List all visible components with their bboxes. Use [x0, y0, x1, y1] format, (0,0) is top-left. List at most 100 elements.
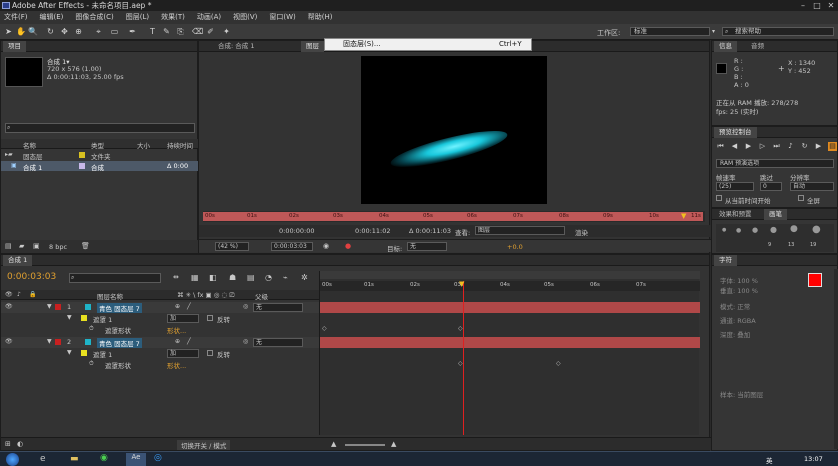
- expand-triangle-icon[interactable]: ▼: [47, 338, 52, 345]
- project-row-selected[interactable]: ▣ 合成 1 合成 Δ 0:00: [1, 161, 199, 172]
- tab-preview[interactable]: 预览控制台: [714, 127, 757, 138]
- ram-preview-icon[interactable]: ▶: [814, 142, 823, 151]
- brush-tip-icon[interactable]: ●: [736, 227, 741, 234]
- eraser-tool-icon[interactable]: ⌫: [192, 27, 203, 36]
- parent-pickwhip-icon[interactable]: ◎: [243, 338, 248, 345]
- pan-behind-tool-icon[interactable]: ⌖: [94, 27, 103, 36]
- maximize-button[interactable]: □: [810, 0, 824, 11]
- tab-effects-presets[interactable]: 效果和预置: [714, 209, 757, 220]
- label-color-chip[interactable]: [79, 163, 85, 169]
- explorer-icon[interactable]: ▬: [70, 454, 79, 464]
- header-name[interactable]: 名称: [23, 140, 36, 150]
- header-type[interactable]: 类型: [91, 140, 104, 150]
- label-color-chip[interactable]: [79, 152, 85, 158]
- brush-tip-icon[interactable]: ●: [722, 227, 726, 233]
- in-point-time[interactable]: 0:00:00:00: [279, 227, 315, 235]
- clone-stamp-tool-icon[interactable]: ⎘: [176, 27, 185, 36]
- tab-composition[interactable]: 合成: 合成 1: [213, 41, 259, 52]
- channel-icon[interactable]: ●: [345, 242, 351, 250]
- expand-triangle-icon[interactable]: ▼: [67, 314, 72, 321]
- mask-path-row[interactable]: ⏱ 遮罩形状 形状...: [1, 324, 319, 335]
- tab-project[interactable]: 项目: [3, 41, 26, 52]
- invert-checkbox[interactable]: [207, 350, 213, 356]
- layer-name[interactable]: 青色 固态层 7: [97, 303, 142, 313]
- current-time-field[interactable]: 0:00:03:03: [271, 242, 313, 251]
- zoom-select[interactable]: (42 %): [215, 242, 249, 251]
- parent-select[interactable]: 无: [253, 303, 303, 312]
- ram-preview-active-icon[interactable]: ▤: [828, 142, 837, 151]
- collapse-switch-icon[interactable]: ⊕: [175, 303, 180, 310]
- ram-preview-options-select[interactable]: RAM 预演选项: [716, 159, 834, 168]
- new-composition-icon[interactable]: ▣: [33, 242, 40, 250]
- zoom-in-icon[interactable]: ▲: [391, 440, 396, 448]
- mask-mode-select[interactable]: 加: [167, 314, 199, 323]
- hand-tool-icon[interactable]: ✋: [16, 27, 26, 36]
- expand-triangle-icon[interactable]: ▼: [47, 303, 52, 310]
- new-folder-icon[interactable]: ▰: [19, 242, 24, 250]
- mask-name[interactable]: 遮罩 1: [93, 349, 112, 359]
- brush-tip-icon[interactable]: ●: [790, 224, 798, 234]
- panel-scrollbar[interactable]: [834, 269, 838, 449]
- rectangle-mask-tool-icon[interactable]: ▭: [110, 27, 119, 36]
- mask-path-value[interactable]: 形状...: [167, 325, 186, 335]
- brainstorm-icon[interactable]: ✲: [301, 273, 308, 282]
- header-size[interactable]: 大小: [137, 140, 150, 150]
- keyframe-icon[interactable]: ◇: [458, 325, 463, 332]
- time-indicator-icon[interactable]: ▼: [681, 212, 686, 220]
- pen-tool-icon[interactable]: ✒: [128, 27, 137, 36]
- viewer-canvas[interactable]: [361, 56, 547, 204]
- mask-mode-select[interactable]: 加: [167, 349, 199, 358]
- brush-tips-grid[interactable]: ● ● ● ● ● ● 9 13 19: [716, 224, 834, 252]
- tab-layer[interactable]: 图层: [301, 41, 324, 52]
- tab-brushes[interactable]: 画笔: [764, 209, 787, 220]
- tab-info[interactable]: 信息: [714, 41, 737, 52]
- app-icon[interactable]: ◎: [154, 453, 162, 463]
- zoom-tool-icon[interactable]: 🔍: [28, 27, 38, 36]
- layer-duration-bar[interactable]: [320, 302, 700, 313]
- snapshot-icon[interactable]: ◉: [323, 242, 329, 250]
- ime-indicator[interactable]: 英: [766, 455, 773, 465]
- skip-select[interactable]: 0: [760, 182, 782, 191]
- resolution-select[interactable]: 自动: [790, 182, 834, 191]
- exposure-value[interactable]: +0.0: [507, 243, 523, 251]
- timeline-search-input[interactable]: [69, 273, 161, 283]
- selection-tool-icon[interactable]: ➤: [4, 27, 13, 36]
- loop-icon[interactable]: ↻: [800, 142, 809, 151]
- menu-help[interactable]: 帮助(H): [304, 11, 341, 24]
- tab-composition-timeline[interactable]: 合成 1: [3, 255, 33, 266]
- browser-icon[interactable]: ◉: [100, 453, 108, 463]
- stopwatch-icon[interactable]: ⏱: [89, 360, 94, 368]
- play-icon[interactable]: ▶: [744, 142, 753, 151]
- stopwatch-icon[interactable]: ⏱: [89, 325, 94, 333]
- draft-3d-icon[interactable]: ◧: [209, 273, 217, 282]
- from-current-checkbox[interactable]: [716, 195, 722, 201]
- brush-tip-icon[interactable]: ●: [770, 225, 777, 234]
- mask-name[interactable]: 遮罩 1: [93, 314, 112, 324]
- last-frame-icon[interactable]: ⏭: [772, 142, 781, 151]
- view-select[interactable]: 图层: [475, 226, 565, 235]
- framerate-select[interactable]: (25): [716, 182, 754, 191]
- quality-switch-icon[interactable]: ╱: [187, 303, 191, 310]
- first-frame-icon[interactable]: ⏮: [716, 142, 725, 151]
- shy-layers-icon[interactable]: ☗: [229, 273, 236, 282]
- bit-depth[interactable]: 8 bpc: [49, 243, 67, 251]
- visibility-eye-icon[interactable]: 👁: [5, 303, 13, 310]
- help-search-input[interactable]: 搜索帮助: [722, 27, 834, 36]
- keyframe-icon[interactable]: ◇: [322, 325, 327, 332]
- mask-color-chip[interactable]: [81, 315, 87, 321]
- current-time-indicator[interactable]: [463, 281, 464, 435]
- tab-audio[interactable]: 音频: [746, 41, 769, 52]
- project-row[interactable]: ▸▰ 固态层 文件夹: [1, 150, 199, 161]
- zoom-slider[interactable]: [345, 444, 385, 446]
- collapse-switch-icon[interactable]: ⊕: [175, 338, 180, 345]
- mask-row[interactable]: ▼ 遮罩 1 加 反转: [1, 348, 319, 359]
- header-layer-name[interactable]: 图层名称: [97, 291, 123, 301]
- roto-brush-tool-icon[interactable]: ✐: [206, 27, 215, 36]
- mask-path-value[interactable]: 形状...: [167, 360, 186, 370]
- expand-panes-icon[interactable]: ⊞: [5, 440, 11, 448]
- time-indicator-icon[interactable]: ▼: [459, 280, 464, 288]
- text-tool-icon[interactable]: T: [148, 27, 157, 36]
- render-checkbox[interactable]: 渲染: [575, 227, 588, 237]
- menu-file[interactable]: 文件(F): [0, 11, 36, 24]
- layer-duration-bar[interactable]: [320, 337, 700, 348]
